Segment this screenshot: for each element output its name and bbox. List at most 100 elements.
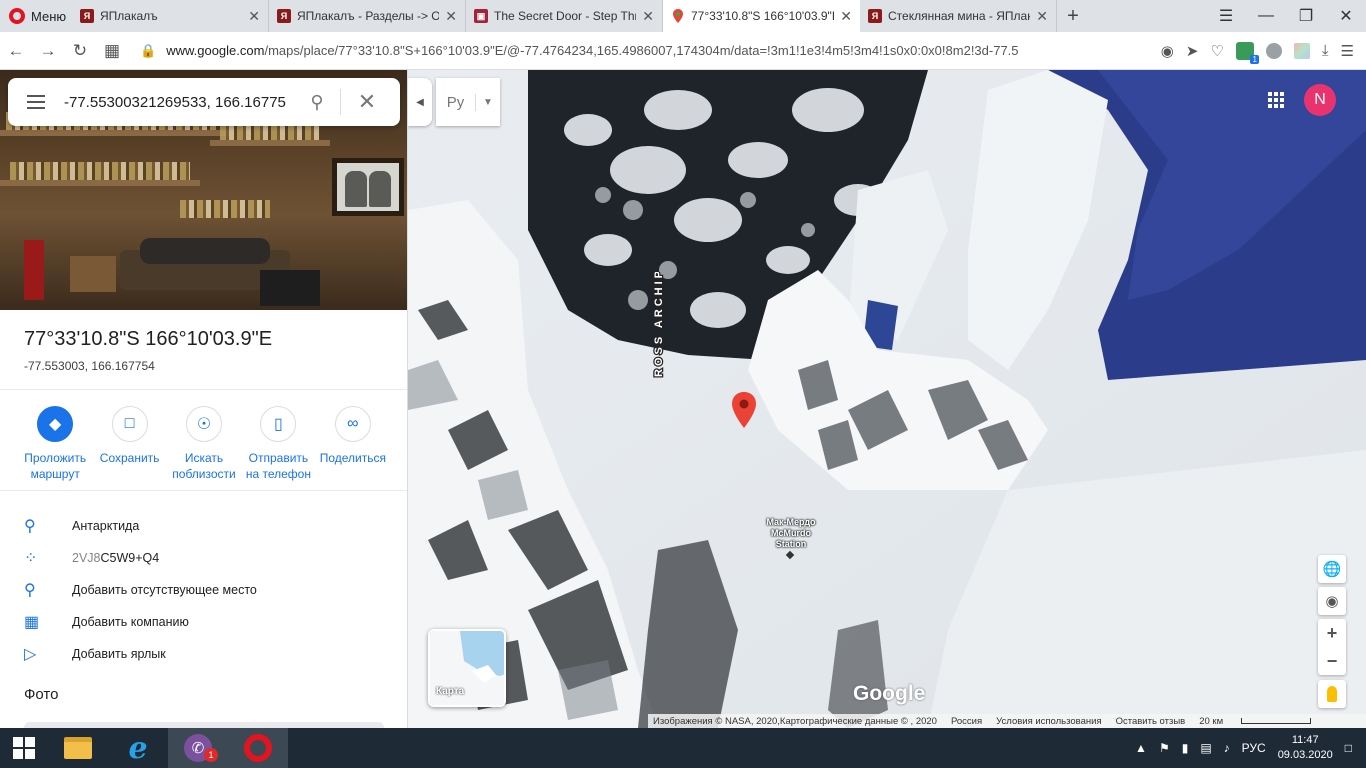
- search-icon[interactable]: ⚲: [294, 92, 340, 113]
- address-bar-actions: ◉ ➤ ♡ 1 ⤓ ☰: [1161, 41, 1366, 64]
- back-icon[interactable]: ←: [0, 41, 32, 61]
- station-ru-name: Мак-Мердо: [766, 517, 816, 527]
- flag-icon[interactable]: ⚑: [1159, 741, 1170, 755]
- vpn-icon[interactable]: [1265, 42, 1282, 59]
- system-tray: ▲ ⚑ ▮ ▤ ♪ РУС 11:47 09.03.2020 □: [1135, 733, 1366, 763]
- close-icon[interactable]: ✕: [445, 8, 457, 25]
- ie-icon: e: [128, 730, 148, 766]
- pegman-icon[interactable]: [1318, 680, 1346, 708]
- reload-icon[interactable]: ↻: [64, 41, 96, 61]
- search-box: ⚲ ✕: [8, 78, 400, 126]
- language-dropdown[interactable]: Ру ▼: [436, 78, 500, 126]
- globe-icon[interactable]: 🌐: [1318, 555, 1346, 583]
- tab-yaplakal[interactable]: Я ЯПлакалъ ✕: [72, 0, 269, 32]
- url-field[interactable]: 🔒 www.google.com/maps/place/77°33'10.8"S…: [140, 37, 1161, 65]
- opera-menu-button[interactable]: Меню: [0, 0, 72, 32]
- divider: [0, 389, 407, 390]
- close-icon[interactable]: ✕: [840, 8, 852, 25]
- terms-link[interactable]: Условия использования: [996, 716, 1101, 727]
- region-row[interactable]: ⚲ Антарктида: [0, 510, 407, 542]
- forward-icon[interactable]: →: [32, 41, 64, 61]
- lock-icon: 🔒: [140, 42, 157, 58]
- tab-title: The Secret Door - Step Thr: [494, 9, 637, 23]
- notifications-icon[interactable]: □: [1345, 741, 1352, 755]
- action-label: Искать поблизости: [172, 451, 236, 481]
- action-label: Сохранить: [99, 451, 160, 465]
- close-icon[interactable]: ✕: [248, 8, 260, 25]
- url-text[interactable]: www.google.com/maps/place/77°33'10.8"S+1…: [166, 43, 1161, 58]
- country-link[interactable]: Россия: [951, 716, 982, 727]
- google-apps-icon[interactable]: [1268, 92, 1284, 108]
- mcmurdo-station-label[interactable]: Мак-Мердо McMurdo Station: [752, 517, 830, 550]
- location-pin-icon[interactable]: [731, 392, 757, 428]
- tab-yaplakal-sections[interactable]: Я ЯПлакалъ - Разделы -> От ✕: [269, 0, 466, 32]
- close-icon[interactable]: ✕: [642, 8, 654, 25]
- scale-label[interactable]: 20 км: [1199, 716, 1223, 727]
- tab-glass-mine[interactable]: Я Стеклянная мина - ЯПлака ✕: [860, 0, 1057, 32]
- minimize-icon[interactable]: —: [1246, 7, 1286, 25]
- snapshot-icon[interactable]: ◉: [1161, 42, 1174, 60]
- heart-icon[interactable]: ♡: [1210, 42, 1223, 60]
- collapse-panel-button[interactable]: ◀: [408, 78, 432, 126]
- start-button[interactable]: [0, 728, 48, 768]
- opera-taskbar-button[interactable]: [228, 728, 288, 768]
- speed-dial-icon[interactable]: ▦: [96, 41, 128, 61]
- add-business-row[interactable]: ▦ Добавить компанию: [0, 606, 407, 638]
- add-label-row[interactable]: ▷ Добавить ярлык: [0, 638, 407, 670]
- chevron-down-icon: ▼: [483, 96, 493, 108]
- directions-icon: ◆: [37, 406, 74, 442]
- new-tab-button[interactable]: +: [1057, 0, 1089, 32]
- plus-code-text: 2VJ8C5W9+Q4: [72, 551, 160, 565]
- feedback-link[interactable]: Оставить отзыв: [1116, 716, 1186, 727]
- close-icon[interactable]: ✕: [341, 89, 393, 115]
- cube-extension-icon[interactable]: [1293, 42, 1310, 59]
- google-maps-favicon-icon: [671, 9, 685, 23]
- folder-icon: [64, 737, 92, 759]
- send-to-phone-button[interactable]: ▯ Отправить на телефон: [241, 406, 315, 482]
- nearby-button[interactable]: ☉ Искать поблизости: [167, 406, 241, 482]
- clock[interactable]: 11:47 09.03.2020: [1278, 733, 1333, 763]
- region-text: Антарктида: [72, 519, 140, 533]
- map-layer-toggle[interactable]: Карта: [428, 629, 506, 707]
- tab-menu-icon[interactable]: ☰: [1206, 6, 1246, 26]
- language-value: Ру: [436, 93, 476, 111]
- volume-icon[interactable]: ♪: [1224, 741, 1230, 755]
- menu-hamburger-icon[interactable]: [8, 95, 64, 109]
- minimap-label: Карта: [436, 686, 465, 697]
- add-missing-place-row[interactable]: ⚲ Добавить отсутствующее место: [0, 574, 407, 606]
- yaplakal-favicon-icon: Я: [868, 9, 882, 23]
- my-location-icon[interactable]: ◉: [1318, 587, 1346, 615]
- phone-icon: ▯: [260, 406, 297, 442]
- tab-secret-door[interactable]: ▣ The Secret Door - Step Thr ✕: [466, 0, 663, 32]
- file-explorer-taskbar-button[interactable]: [48, 728, 108, 768]
- close-icon[interactable]: ✕: [1036, 8, 1048, 25]
- share-button[interactable]: ∞ Поделиться: [316, 406, 390, 482]
- save-button[interactable]: □ Сохранить: [92, 406, 166, 482]
- attribution-bar: Изображения © NASA, 2020,Картографически…: [648, 714, 1366, 728]
- zoom-out-button[interactable]: −: [1318, 647, 1346, 675]
- input-language[interactable]: РУС: [1242, 741, 1266, 755]
- restore-icon[interactable]: ❐: [1286, 6, 1326, 26]
- tray-expand-icon[interactable]: ▲: [1135, 741, 1147, 755]
- battery-icon[interactable]: ▮: [1182, 741, 1189, 755]
- easy-setup-icon[interactable]: ☰: [1341, 42, 1354, 60]
- windows-logo-icon: [13, 737, 35, 759]
- plus-code-row[interactable]: ⁘ 2VJ8C5W9+Q4: [0, 542, 407, 574]
- download-icon[interactable]: ⤓: [1322, 42, 1329, 59]
- extension-icon[interactable]: 1: [1235, 41, 1259, 64]
- notification-badge: 1: [204, 748, 218, 762]
- place-info-list: ⚲ Антарктида ⁘ 2VJ8C5W9+Q4 ⚲ Добавить от…: [0, 510, 407, 670]
- close-window-icon[interactable]: ✕: [1326, 6, 1366, 26]
- tab-google-maps[interactable]: 77°33'10.8"S 166°10'03.9"E ✕: [663, 0, 860, 32]
- send-icon[interactable]: ➤: [1186, 42, 1199, 60]
- action-label: Отправить на телефон: [245, 451, 311, 481]
- viber-taskbar-button[interactable]: ✆ 1: [168, 728, 228, 768]
- zoom-controls: + −: [1318, 619, 1346, 675]
- zoom-in-button[interactable]: +: [1318, 619, 1346, 647]
- search-input[interactable]: [64, 93, 294, 111]
- internet-explorer-taskbar-button[interactable]: e: [108, 728, 168, 768]
- network-icon[interactable]: ▤: [1200, 741, 1211, 755]
- account-avatar[interactable]: N: [1304, 84, 1336, 116]
- satellite-map[interactable]: [408, 70, 1366, 728]
- directions-button[interactable]: ◆ Проложить маршрут: [18, 406, 92, 482]
